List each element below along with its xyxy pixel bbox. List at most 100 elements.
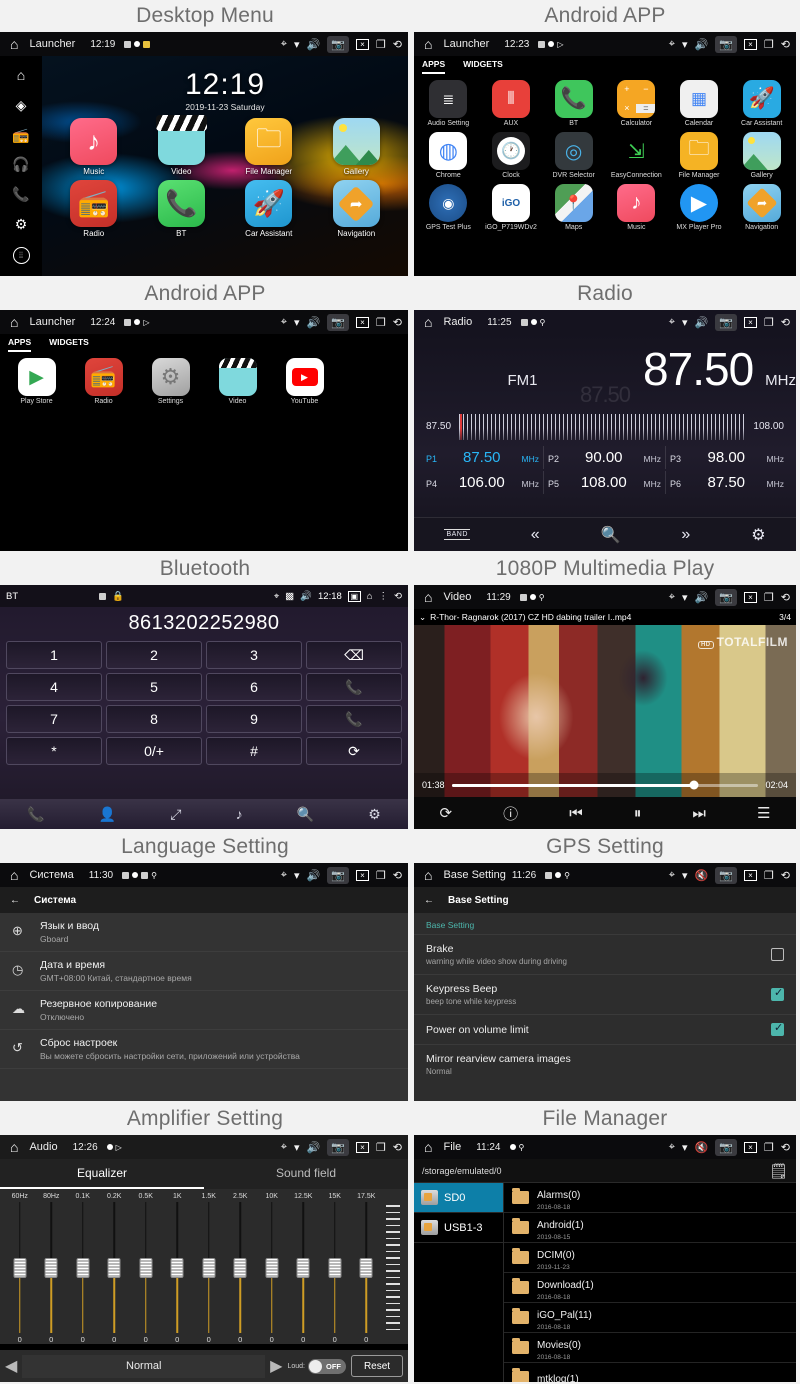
screenshot-icon[interactable]: 📷: [715, 867, 737, 884]
preset-p1[interactable]: P187.50MHz: [422, 446, 544, 469]
band-slider[interactable]: [45, 1202, 57, 1333]
slider-knob[interactable]: [139, 1258, 152, 1278]
volume-icon[interactable]: 🔊: [300, 591, 312, 602]
recents-icon[interactable]: ❐: [764, 316, 774, 329]
key-2[interactable]: 2: [106, 641, 202, 669]
key-8[interactable]: 8: [106, 705, 202, 733]
eq-band[interactable]: 0.5K0: [130, 1193, 162, 1344]
back-icon[interactable]: ⟲: [393, 869, 402, 882]
home-icon[interactable]: ⌂: [6, 1140, 24, 1154]
key-9[interactable]: 9: [206, 705, 302, 733]
eq-band[interactable]: 2.5K0: [225, 1193, 257, 1344]
eq-band[interactable]: 1.5K0: [193, 1193, 225, 1344]
back-arrow-icon[interactable]: ←: [424, 895, 434, 906]
app-mx-player-pro[interactable]: ▶MX Player Pro: [668, 184, 731, 231]
volume-icon[interactable]: 🔊: [307, 1141, 321, 1154]
eq-band[interactable]: 0.2K0: [99, 1193, 131, 1344]
slider-knob[interactable]: [108, 1258, 121, 1278]
eq-band[interactable]: 17.5K0: [351, 1193, 383, 1344]
home-icon[interactable]: ⌂: [6, 37, 24, 51]
key-hash[interactable]: #: [206, 737, 302, 765]
overflow-icon[interactable]: ⋮: [379, 591, 389, 602]
slider-knob[interactable]: [297, 1258, 310, 1278]
slider-knob[interactable]: [76, 1258, 89, 1278]
key-4[interactable]: 4: [6, 673, 102, 701]
back-icon[interactable]: ⟲: [781, 1141, 790, 1154]
file-row[interactable]: DCIM(0)2019-11-23: [504, 1243, 796, 1273]
home-icon[interactable]: ⌂: [420, 37, 438, 51]
app-igo[interactable]: iGOiGO_P719WDv2: [480, 184, 543, 231]
volume-mute-icon[interactable]: 🔇: [695, 869, 709, 882]
preset-name[interactable]: Normal: [22, 1355, 265, 1378]
settings-row-language[interactable]: ⊕ Язык и ввод Gboard: [0, 913, 408, 952]
screenshot-icon[interactable]: 📷: [327, 867, 349, 884]
music-icon[interactable]: ♪: [236, 806, 243, 822]
tuning-dial[interactable]: 87.50 108.00: [414, 408, 796, 442]
device-sd0[interactable]: SD0: [414, 1183, 503, 1213]
search-icon[interactable]: 🔍: [297, 806, 314, 823]
device-usb1-3[interactable]: USB1-3: [414, 1213, 503, 1243]
settings-row-brake[interactable]: Brake warning while video show during dr…: [414, 934, 796, 974]
key-star[interactable]: *: [6, 737, 102, 765]
home-icon[interactable]: ⌂: [6, 315, 24, 329]
dial-scale[interactable]: [459, 414, 745, 440]
next-station-button[interactable]: »: [681, 526, 690, 544]
reset-button[interactable]: Reset: [351, 1355, 403, 1377]
preset-p4[interactable]: P4106.00MHz: [422, 471, 544, 494]
playlist-icon[interactable]: ☰: [757, 804, 770, 822]
band-slider[interactable]: [171, 1202, 183, 1333]
home-icon[interactable]: ⌂: [17, 68, 25, 82]
repeat-icon[interactable]: ⟳: [440, 804, 453, 822]
app-gallery[interactable]: Gallery: [730, 132, 793, 179]
app-gps-test-plus[interactable]: ◉GPS Test Plus: [417, 184, 480, 231]
navigation-icon[interactable]: ◈: [16, 98, 27, 112]
recents-icon[interactable]: ❐: [376, 316, 386, 329]
tab-equalizer[interactable]: Equalizer: [0, 1159, 204, 1189]
slider-knob[interactable]: [328, 1258, 341, 1278]
home-icon[interactable]: ⌂: [367, 591, 373, 602]
back-arrow-icon[interactable]: ←: [10, 895, 20, 906]
app-audio-setting[interactable]: ≣Audio Setting: [417, 80, 480, 127]
band-button[interactable]: BAND: [444, 529, 469, 540]
app-file-manager[interactable]: 🗀File Manager: [668, 132, 731, 179]
slider-knob[interactable]: [171, 1258, 184, 1278]
back-icon[interactable]: ⟲: [781, 316, 790, 329]
back-icon[interactable]: ⟲: [781, 38, 790, 51]
tab-sound-field[interactable]: Sound field: [204, 1159, 408, 1189]
tab-apps[interactable]: APPS: [8, 337, 31, 352]
pause-icon[interactable]: ⏸: [634, 805, 642, 822]
checkbox-brake[interactable]: [771, 948, 784, 961]
app-settings[interactable]: ⚙Settings: [137, 358, 204, 405]
next-icon[interactable]: ⏭: [692, 805, 706, 822]
transfer-icon[interactable]: ⤢: [170, 806, 181, 823]
eq-band[interactable]: 10K0: [256, 1193, 288, 1344]
recents-icon[interactable]: ❐: [764, 591, 774, 604]
close-icon[interactable]: ×: [744, 1142, 757, 1153]
recents-icon[interactable]: ❐: [764, 1141, 774, 1154]
key-3[interactable]: 3: [206, 641, 302, 669]
app-music[interactable]: ♪Music: [50, 118, 138, 176]
volume-icon[interactable]: 🔊: [695, 591, 709, 604]
band-slider[interactable]: [14, 1202, 26, 1333]
edit-icon[interactable]: 🗒: [769, 1162, 788, 1180]
back-icon[interactable]: ⟲: [393, 316, 402, 329]
tab-apps[interactable]: APPS: [422, 59, 445, 74]
chevron-down-icon[interactable]: ⌄: [419, 612, 426, 623]
app-aux[interactable]: ⦀AUX: [480, 80, 543, 127]
screenshot-icon[interactable]: 📷: [715, 314, 737, 331]
phone-icon[interactable]: 📞: [27, 806, 44, 823]
seek-bar[interactable]: 01:38 02:04: [414, 773, 796, 797]
hangup-icon[interactable]: 📞: [306, 705, 402, 733]
app-music[interactable]: ♪Music: [605, 184, 668, 231]
volume-icon[interactable]: 🔊: [307, 869, 321, 882]
recents-icon[interactable]: ❐: [764, 869, 774, 882]
volume-icon[interactable]: 🔊: [695, 38, 709, 51]
contacts-icon[interactable]: 👤: [99, 806, 116, 823]
volume-icon[interactable]: 🔊: [695, 316, 709, 329]
home-icon[interactable]: ⌂: [420, 1140, 438, 1154]
app-navigation[interactable]: ➦Navigation: [313, 180, 401, 238]
home-icon[interactable]: ⌂: [420, 868, 438, 882]
back-icon[interactable]: ⟲: [393, 1141, 402, 1154]
loud-control[interactable]: Loud: OFF: [287, 1359, 346, 1374]
key-6[interactable]: 6: [206, 673, 302, 701]
